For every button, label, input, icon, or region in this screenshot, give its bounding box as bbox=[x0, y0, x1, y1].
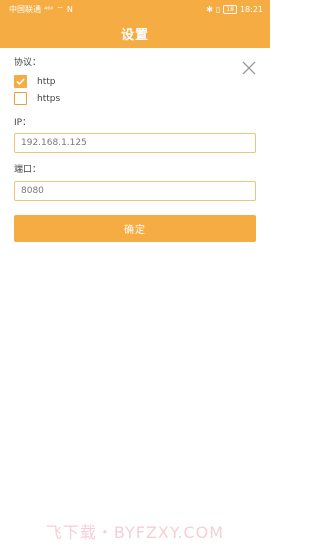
page-title: 设置 bbox=[120, 28, 149, 43]
http-checkbox[interactable] bbox=[14, 75, 27, 88]
ip-label: IP： bbox=[14, 118, 32, 128]
battery-icon: 18 bbox=[223, 5, 237, 14]
confirm-button[interactable]: 确定 bbox=[14, 215, 256, 242]
vibrate-icon: ▯ bbox=[215, 4, 221, 14]
https-checkbox[interactable] bbox=[14, 92, 27, 105]
protocol-label: 协议： bbox=[14, 58, 42, 68]
http-label: http bbox=[37, 76, 56, 87]
protocol-option-http[interactable]: http bbox=[14, 75, 55, 88]
header-bar: 设置 bbox=[0, 19, 270, 48]
close-button[interactable] bbox=[240, 59, 258, 77]
ip-input[interactable] bbox=[14, 133, 256, 153]
bluetooth-icon: ✱ bbox=[206, 4, 213, 14]
status-time: 18:21 bbox=[239, 5, 263, 14]
carrier-name: 中国联通 bbox=[9, 5, 41, 14]
status-bar: 中国联通 ⁴⁶ᴵᴵ ⌔ N ✱ ▯ 18 18:21 bbox=[0, 0, 270, 19]
watermark-text: 飞下载・BYFZXY.COM bbox=[45, 523, 225, 542]
port-label: 端口： bbox=[14, 165, 42, 175]
port-input[interactable] bbox=[14, 181, 256, 201]
status-left: 中国联通 ⁴⁶ᴵᴵ ⌔ N bbox=[9, 4, 73, 15]
signal-icon: ⁴⁶ᴵᴵ bbox=[44, 4, 54, 14]
https-label: https bbox=[37, 93, 61, 104]
wifi-icon: ⌔ bbox=[56, 4, 64, 14]
nfc-icon: N bbox=[66, 4, 73, 14]
checkmark-icon bbox=[16, 78, 25, 86]
protocol-option-https[interactable]: https bbox=[14, 92, 60, 105]
close-icon bbox=[242, 61, 256, 75]
status-right: ✱ ▯ 18 18:21 bbox=[206, 5, 263, 14]
